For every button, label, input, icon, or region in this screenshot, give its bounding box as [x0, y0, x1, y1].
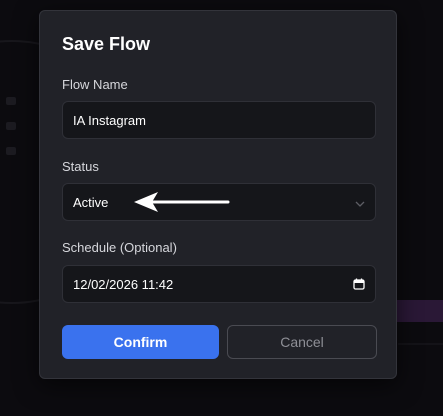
status-label: Status — [62, 159, 99, 174]
schedule-datetime-input[interactable]: 12/02/2026 11:42 — [62, 265, 376, 303]
schedule-value: 12/02/2026 11:42 — [73, 276, 174, 292]
cancel-button[interactable]: Cancel — [227, 325, 377, 359]
flow-name-value: IA Instagram — [73, 112, 146, 128]
background-icon — [6, 147, 16, 155]
flow-name-label: Flow Name — [62, 77, 128, 92]
background-button — [392, 300, 443, 322]
calendar-icon[interactable] — [353, 278, 365, 290]
flow-name-input[interactable]: IA Instagram — [62, 101, 376, 139]
confirm-button[interactable]: Confirm — [62, 325, 219, 359]
dialog-title: Save Flow — [62, 34, 151, 54]
background-icon — [6, 122, 16, 130]
schedule-label: Schedule (Optional) — [62, 240, 177, 255]
arrow-left-icon — [134, 192, 230, 212]
background-divider — [398, 343, 443, 345]
chevron-down-icon — [355, 197, 365, 207]
save-flow-dialog: Save Flow Flow Name IA Instagram Status … — [39, 10, 397, 379]
background-icon — [6, 97, 16, 105]
